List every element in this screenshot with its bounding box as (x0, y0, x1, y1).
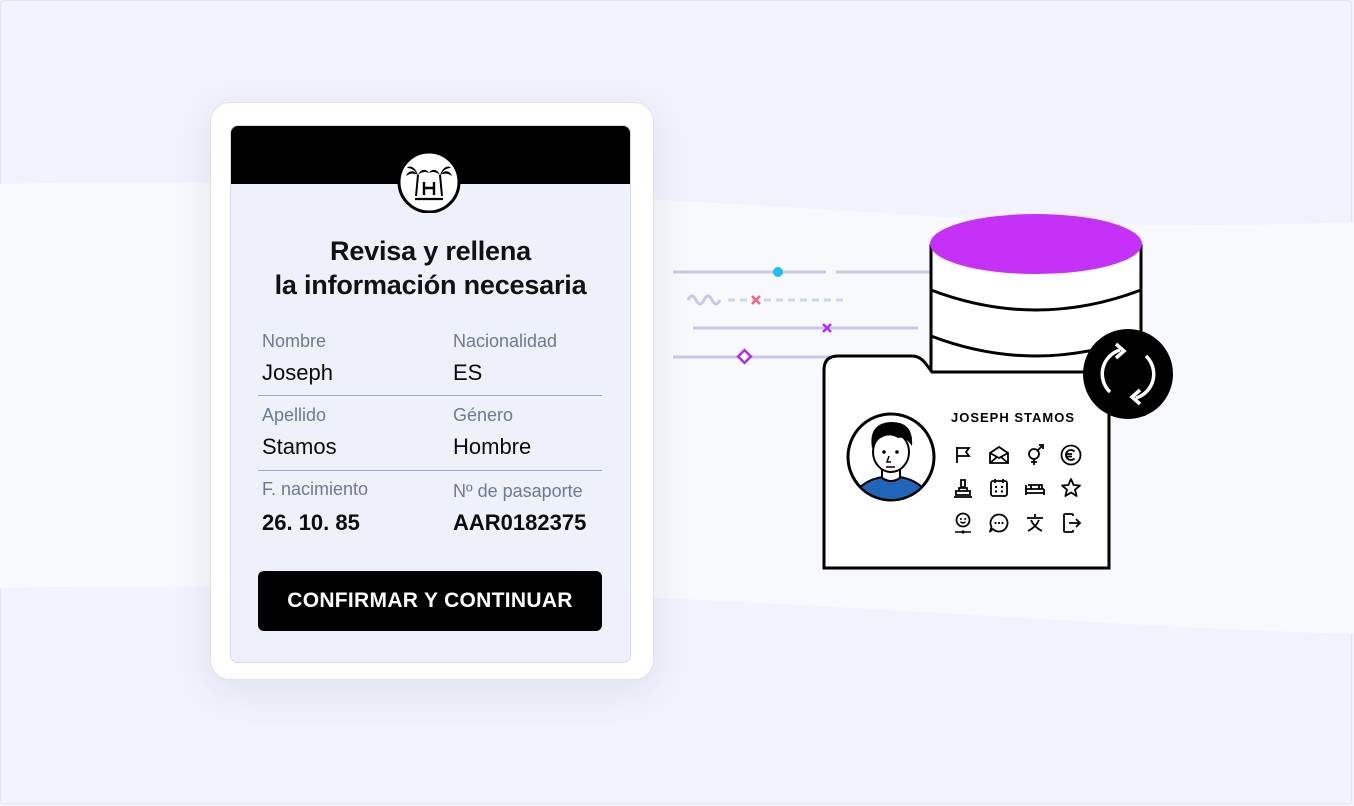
field-label-pasaporte: Nº de pasaporte (453, 481, 583, 501)
envelope-icon (989, 445, 1009, 464)
bed-icon (1025, 484, 1045, 495)
field-label-nacimiento: F. nacimiento (262, 479, 369, 499)
field-label-genero: Género (453, 405, 514, 425)
chat-icon (989, 513, 1009, 533)
field-label-nacionalidad: Nacionalidad (453, 331, 558, 351)
star-icon (1061, 478, 1081, 497)
exit-icon (1063, 513, 1082, 533)
euro-icon (1060, 444, 1082, 466)
field-value-nombre[interactable]: Joseph (262, 360, 333, 386)
field-label-nombre: Nombre (262, 331, 327, 351)
form-screen: Revisa y rellena la información necesari… (230, 125, 631, 663)
field-label-apellido: Apellido (262, 405, 327, 425)
field-value-pasaporte[interactable]: AAR0182375 (453, 510, 586, 536)
profile-name: JOSEPH STAMOS (951, 410, 1076, 425)
field-value-nacimiento[interactable]: 26. 10. 85 (262, 510, 360, 536)
form-title-line2: la información necesaria (274, 270, 587, 300)
field-divider (258, 395, 602, 396)
field-value-apellido[interactable]: Stamos (262, 434, 337, 460)
confirm-continue-button[interactable]: CONFIRMAR Y CONTINUAR (258, 571, 602, 631)
field-divider (258, 470, 602, 471)
form-title-line1: Revisa y rellena (330, 236, 531, 266)
stamp-icon (954, 479, 972, 498)
field-value-genero[interactable]: Hombre (453, 434, 531, 460)
flag-icon (956, 447, 971, 463)
background-wave (0, 182, 1354, 634)
calendar-icon (990, 479, 1008, 497)
form-title: Revisa y rellena la información necesari… (231, 234, 630, 302)
language-icon (1027, 514, 1043, 532)
smiley-icon (955, 512, 971, 534)
tablet-device: Revisa y rellena la información necesari… (210, 102, 654, 680)
hotel-logo-icon (397, 151, 461, 213)
gender-icon (1028, 444, 1044, 465)
field-value-nacionalidad[interactable]: ES (453, 360, 482, 386)
